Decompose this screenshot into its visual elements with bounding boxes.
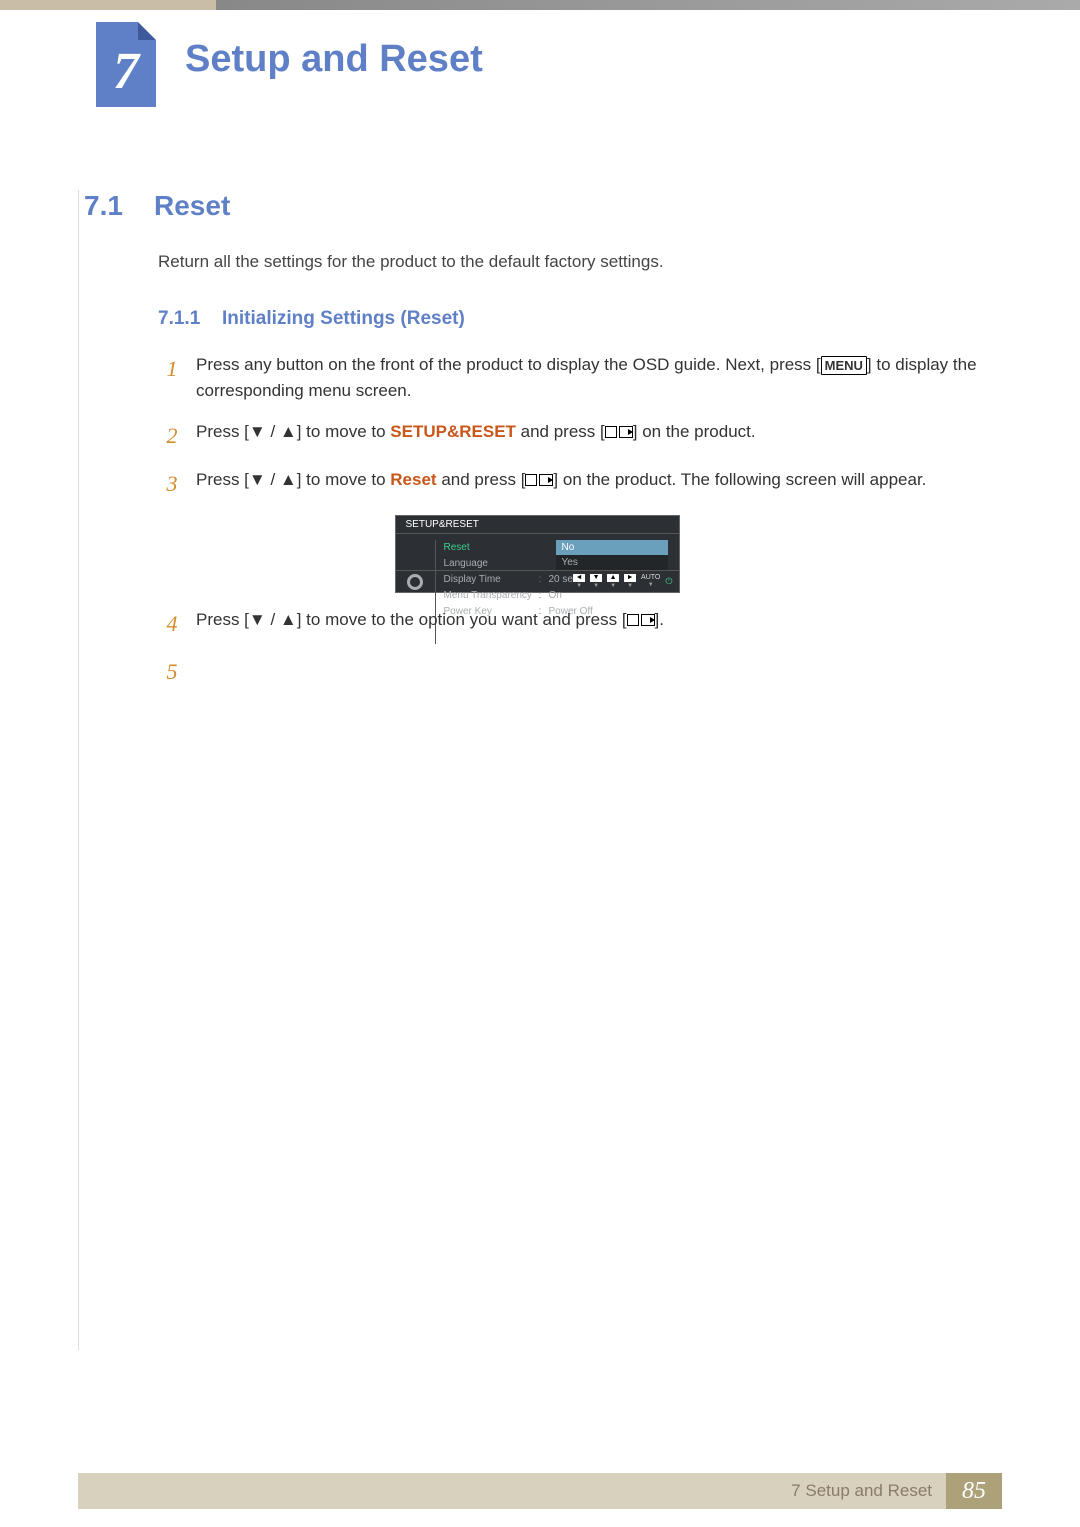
down-up-arrows-icon: ▼ / ▲ — [249, 610, 297, 629]
page-footer: 7 Setup and Reset 85 — [78, 1473, 1002, 1509]
osd-label: Language — [444, 558, 539, 569]
step-3: 3 Press [▼ / ▲] to move to Reset and pre… — [158, 467, 990, 501]
step-body: Press [▼ / ▲] to move to Reset and press… — [196, 467, 990, 501]
tab-fold-corner — [138, 22, 156, 40]
steps-list: 1 Press any button on the front of the p… — [158, 352, 990, 501]
osd-separator: : — [539, 574, 549, 585]
footer-chapter-title: 7 Setup and Reset — [791, 1481, 946, 1501]
step-number: 4 — [158, 607, 186, 641]
osd-btn-left: ◄▼ — [573, 574, 585, 589]
step-body: Press [▼ / ▲] to move to SETUP&RESET and… — [196, 419, 990, 453]
osd-btn-power: ⏻ — [665, 576, 672, 587]
keyword-setup-reset: SETUP&RESET — [390, 422, 516, 441]
step-number: 1 — [158, 352, 186, 405]
step-5: 5 — [158, 655, 990, 689]
osd-row-display-time: Display Time : 20 sec — [444, 574, 671, 585]
chapter-tab: 7 — [96, 22, 156, 107]
osd-btn-right: ►▼ — [624, 574, 636, 589]
osd-option-yes: Yes — [556, 555, 668, 570]
subsection-title: Initializing Settings (Reset) — [222, 308, 465, 330]
step-number: 5 — [158, 655, 186, 689]
step-body: Press [▼ / ▲] to move to the option you … — [196, 607, 990, 641]
down-up-arrows-icon: ▼ / ▲ — [249, 422, 297, 441]
chapter-number: 7 — [96, 42, 156, 101]
osd-label: Menu Transparency — [444, 590, 539, 601]
osd-label: Display Time — [444, 574, 539, 585]
step-2: 2 Press [▼ / ▲] to move to SETUP&RESET a… — [158, 419, 990, 453]
step-number: 3 — [158, 467, 186, 501]
section-title: Reset — [154, 190, 230, 222]
content-area: 7.1 Reset Return all the settings for th… — [84, 190, 990, 703]
osd-separator: : — [539, 590, 549, 601]
step-body: Press any button on the front of the pro… — [196, 352, 990, 405]
footer-page-number: 85 — [946, 1473, 1002, 1509]
chapter-title: Setup and Reset — [185, 38, 483, 81]
subsection-heading: 7.1.1 Initializing Settings (Reset) — [158, 308, 990, 330]
section-intro: Return all the settings for the product … — [158, 252, 990, 272]
steps-list-cont: 4 Press [▼ / ▲] to move to the option yo… — [158, 607, 990, 689]
menu-key-icon: MENU — [821, 356, 867, 375]
subsection-number: 7.1.1 — [158, 308, 222, 330]
down-up-arrows-icon: ▼ / ▲ — [249, 470, 297, 489]
section-number: 7.1 — [84, 190, 154, 222]
step-4: 4 Press [▼ / ▲] to move to the option yo… — [158, 607, 990, 641]
osd-option-no: No — [556, 540, 668, 555]
source-enter-icon — [627, 614, 655, 626]
source-enter-icon — [605, 426, 633, 438]
osd-reset-popup: No Yes — [556, 540, 668, 570]
section-heading: 7.1 Reset — [84, 190, 990, 222]
keyword-reset: Reset — [390, 470, 436, 489]
osd-title: SETUP&RESET — [396, 516, 679, 534]
left-vertical-rule — [78, 190, 79, 1350]
osd-screenshot: SETUP&RESET Reset Language Display Time … — [395, 515, 680, 593]
source-enter-icon — [525, 474, 553, 486]
osd-btn-up: ▲▼ — [607, 574, 619, 589]
top-accent-bar — [0, 0, 1080, 10]
gear-icon — [407, 574, 423, 590]
step-1: 1 Press any button on the front of the p… — [158, 352, 990, 405]
step-number: 2 — [158, 419, 186, 453]
osd-label: Reset — [444, 542, 539, 553]
osd-btn-auto: AUTO▼ — [641, 574, 660, 588]
osd-btn-down: ▼▼ — [590, 574, 602, 589]
osd-row-menu-transparency: Menu Transparency : On — [444, 590, 671, 601]
power-icon: ⏻ — [665, 576, 672, 587]
osd-value: On — [549, 590, 671, 601]
